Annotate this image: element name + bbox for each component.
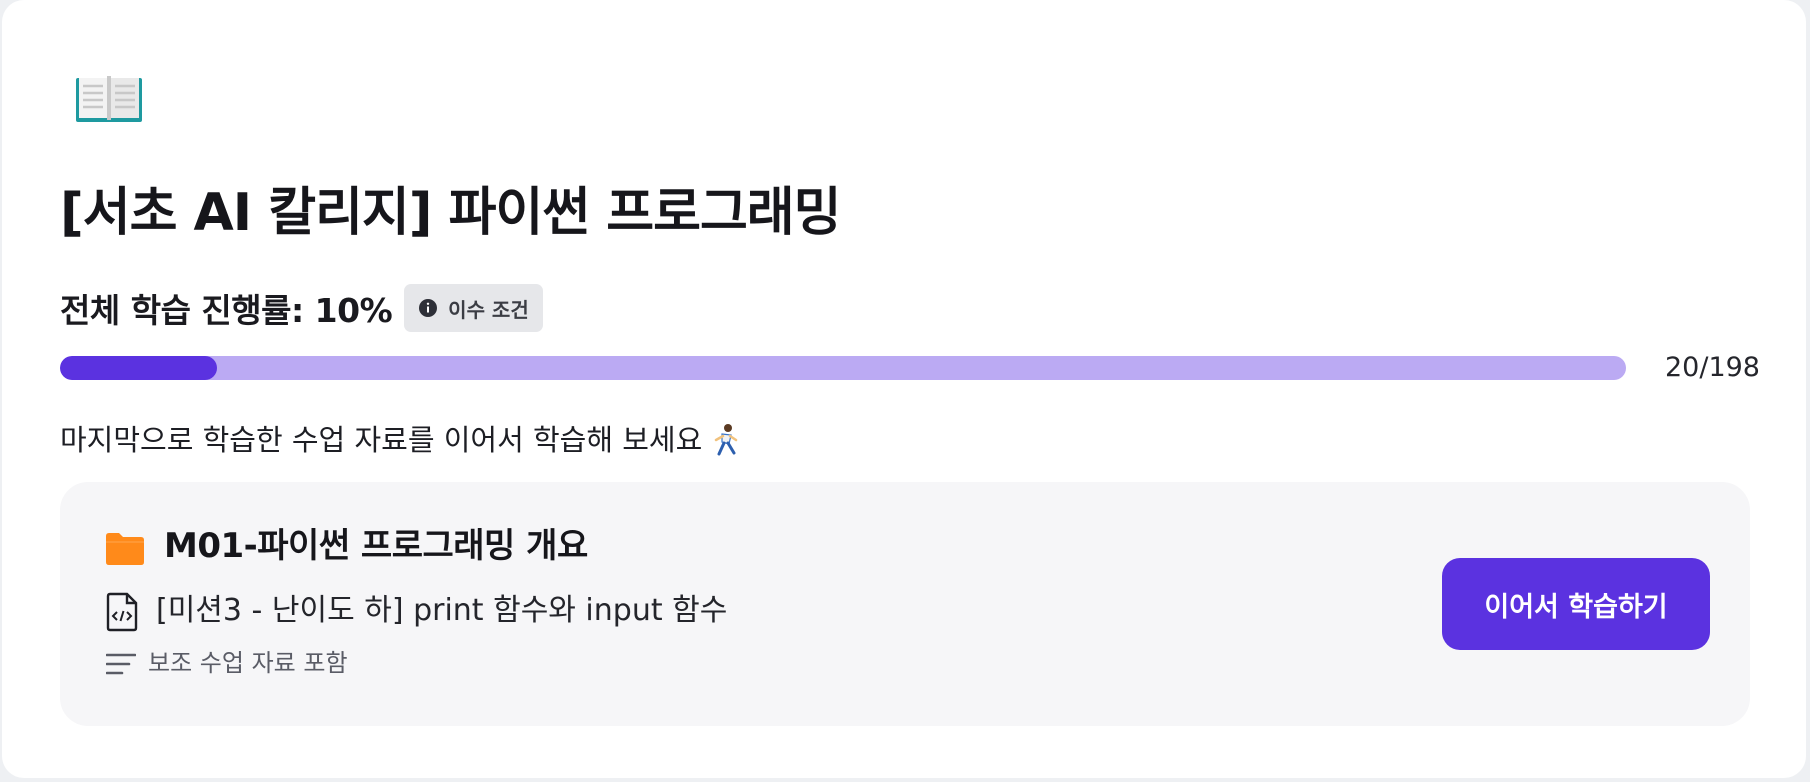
progress-bar-fill [60, 356, 217, 380]
info-icon [419, 299, 438, 317]
lines-icon [106, 653, 136, 675]
lesson-title: [미션3 - 난이도 하] print 함수와 input 함수 [156, 593, 728, 628]
continue-learning-button[interactable]: 이어서 학습하기 [1442, 558, 1710, 650]
progress-bar [60, 356, 1626, 380]
running-person-icon [715, 424, 738, 456]
module-title: M01-파이썬 프로그래밍 개요 [164, 526, 588, 566]
completion-requirement-button[interactable]: 이수 조건 [404, 284, 543, 332]
resume-prompt-text: 마지막으로 학습한 수업 자료를 이어서 학습해 보세요 [60, 423, 703, 457]
supplement-material-label: 보조 수업 자료 포함 [148, 649, 348, 677]
last-lesson-card: M01-파이썬 프로그래밍 개요 [미션3 - 난이도 하] print 함수와… [60, 482, 1750, 726]
progress-header: 전체 학습 진행률: 10% 이수 조건 [60, 284, 543, 332]
course-progress-card: [서초 AI 칼리지] 파이썬 프로그래밍 전체 학습 진행률: 10% 이수 … [2, 0, 1806, 778]
course-title: [서초 AI 칼리지] 파이썬 프로그래밍 [60, 183, 841, 243]
overall-progress-label: 전체 학습 진행률: 10% [60, 291, 393, 330]
resume-prompt: 마지막으로 학습한 수업 자료를 이어서 학습해 보세요 [60, 420, 740, 460]
progress-count: 20/198 [1665, 352, 1760, 383]
code-file-icon [106, 592, 138, 632]
completion-requirement-label: 이수 조건 [448, 297, 529, 322]
folder-icon [106, 533, 144, 565]
open-book-icon [76, 76, 142, 122]
